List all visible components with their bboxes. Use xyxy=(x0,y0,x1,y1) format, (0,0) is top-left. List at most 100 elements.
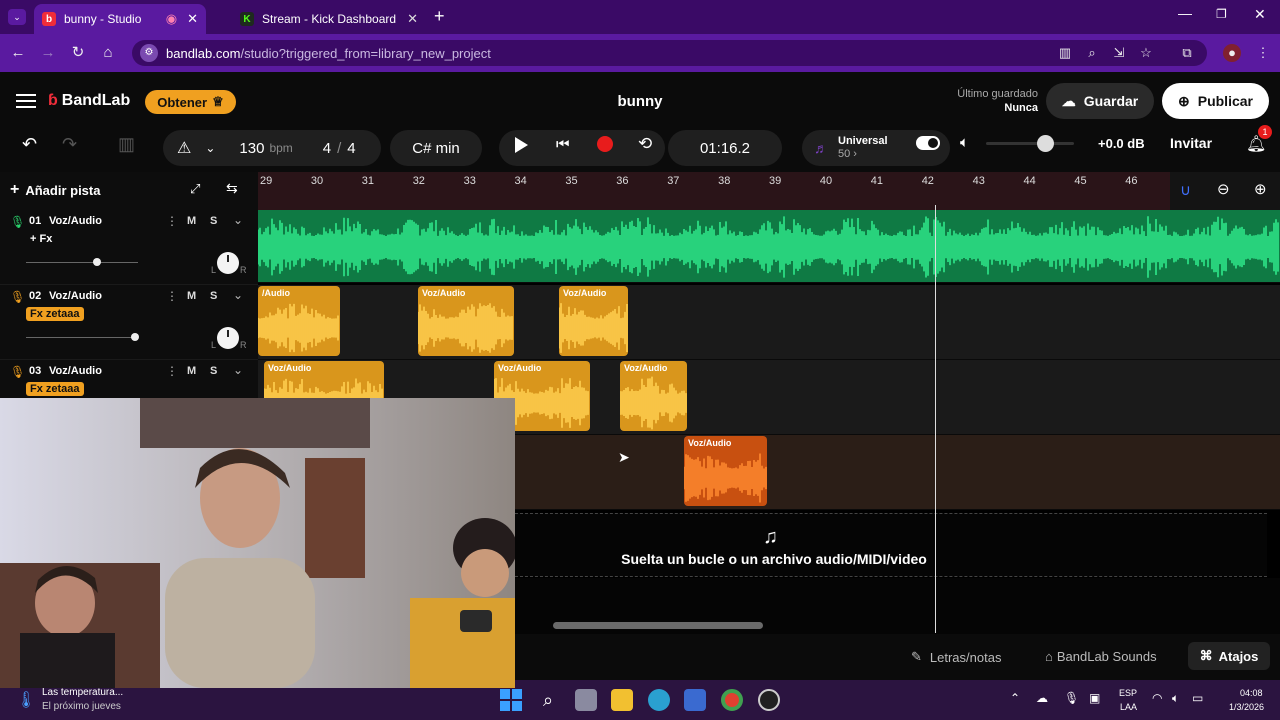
loop-icon[interactable]: ⟲ xyxy=(638,134,652,154)
metronome-chevron-icon[interactable]: ⌄ xyxy=(205,141,215,155)
obtener-button[interactable]: Obtener ♕ xyxy=(145,90,236,114)
track-menu-icon[interactable]: ⋮ xyxy=(166,364,178,378)
track-name[interactable]: Voz/Audio xyxy=(49,290,102,302)
task-view-icon[interactable] xyxy=(575,689,597,711)
mixer-icon[interactable]: ▥ xyxy=(118,134,135,155)
solo-button[interactable]: S xyxy=(210,215,217,227)
bookmark-star-icon[interactable]: ☆ xyxy=(1137,44,1155,62)
extensions-icon[interactable]: ⧉ xyxy=(1178,44,1196,62)
audio-clip[interactable]: Voz/Audio xyxy=(684,436,767,506)
skip-back-icon[interactable]: ⏮ xyxy=(556,136,570,153)
track-03[interactable]: 🎙︎ 03 Voz/Audio ⋮ M S ⌄ Fx zetaaa xyxy=(0,360,258,402)
reading-mode-icon[interactable]: ▥ xyxy=(1056,44,1074,62)
obs-icon[interactable] xyxy=(758,689,780,711)
home-icon[interactable]: ⌂ xyxy=(98,43,118,63)
store-icon[interactable] xyxy=(684,689,706,711)
pan-knob[interactable] xyxy=(217,327,239,349)
time-sig-num[interactable]: 4 xyxy=(323,140,331,157)
wifi-icon[interactable]: ◠ xyxy=(1152,691,1162,705)
redo-icon[interactable]: ↷ xyxy=(62,134,77,155)
speaker-tray-icon[interactable]: 🔈︎ xyxy=(1172,691,1179,706)
lane-02[interactable] xyxy=(258,285,1280,360)
zoom-in-icon[interactable]: ⊕ xyxy=(1254,180,1267,198)
tab-menu-icon[interactable]: ⌄ xyxy=(8,9,26,25)
battery-icon[interactable]: ▭ xyxy=(1192,691,1203,705)
fx-badge[interactable]: Fx zetaaa xyxy=(26,307,84,321)
chrome-icon[interactable] xyxy=(721,689,743,711)
track-expand-icon[interactable]: ⌄ xyxy=(233,288,243,302)
tab-close-icon[interactable]: ✕ xyxy=(407,11,418,27)
time-sig-den[interactable]: 4 xyxy=(347,140,355,157)
record-icon[interactable] xyxy=(597,136,613,152)
tab-studio[interactable]: b bunny - Studio ◉ ✕ xyxy=(34,4,206,34)
metronome-pill[interactable]: ⚠ ⌄ 130 bpm 4 / 4 xyxy=(163,130,381,166)
zoom-out-icon[interactable]: ⊖ xyxy=(1217,180,1230,198)
playhead[interactable] xyxy=(935,205,936,633)
mute-button[interactable]: M xyxy=(187,215,196,227)
track-volume-slider[interactable] xyxy=(26,258,138,266)
window-close-icon[interactable]: ✕ xyxy=(1254,6,1266,23)
windows-start-icon[interactable] xyxy=(500,689,522,711)
snap-magnet-icon[interactable]: ∪ xyxy=(1180,181,1191,199)
track-expand-icon[interactable]: ⌄ xyxy=(233,213,243,227)
track-volume-slider[interactable] xyxy=(26,333,139,341)
tab-kick[interactable]: K Stream - Kick Dashboard ✕ xyxy=(232,4,426,34)
clock-time[interactable]: 04:08 xyxy=(1240,688,1263,698)
play-icon[interactable] xyxy=(515,137,528,153)
tray-chevron-icon[interactable]: ⌃ xyxy=(1010,691,1020,705)
profile-avatar-icon[interactable]: ● xyxy=(1223,44,1241,62)
tab-close-icon[interactable]: ✕ xyxy=(187,11,198,27)
save-button[interactable]: ☁ Guardar xyxy=(1046,83,1154,119)
track-01[interactable]: 🎙︎ 01 Voz/Audio ⋮ M S ⌄ + Fx L R xyxy=(0,210,258,285)
search-icon[interactable]: ⌕ xyxy=(537,689,559,711)
lang-bottom[interactable]: LAA xyxy=(1120,702,1137,712)
mute-button[interactable]: M xyxy=(187,290,196,302)
new-tab-icon[interactable]: + xyxy=(434,6,445,27)
timeline-ruler[interactable]: 29 30 31 32 33 34 35 36 37 38 39 40 41 42 43 44 45 46 xyxy=(258,172,1170,210)
add-fx-button[interactable]: + Fx xyxy=(30,233,52,245)
audio-clip[interactable]: Voz/Audio xyxy=(418,286,514,356)
edge-icon[interactable] xyxy=(648,689,670,711)
drop-zone[interactable]: ♫ Suelta un bucle o un archivo audio/MID… xyxy=(515,513,1267,577)
invite-button[interactable]: Invitar xyxy=(1170,135,1212,151)
track-name[interactable]: Voz/Audio xyxy=(49,215,102,227)
back-icon[interactable]: ← xyxy=(8,43,28,63)
horizontal-scrollbar[interactable] xyxy=(553,622,763,629)
track-menu-icon[interactable]: ⋮ xyxy=(166,214,178,228)
master-volume-slider[interactable] xyxy=(986,135,1074,152)
add-track-button[interactable]: + Añadir pista xyxy=(10,178,100,202)
fx-badge[interactable]: Fx zetaaa xyxy=(26,382,84,396)
zoom-icon[interactable]: ⌕ xyxy=(1083,44,1101,62)
install-app-icon[interactable]: ⇲ xyxy=(1110,44,1128,62)
automation-icon[interactable]: ⤢ xyxy=(190,181,200,197)
solo-button[interactable]: S xyxy=(210,290,217,302)
weather-title[interactable]: Las temperatura... xyxy=(42,687,123,698)
restore-icon[interactable]: ❐ xyxy=(1216,7,1227,21)
track-02[interactable]: 🎙︎ 02 Voz/Audio ⋮ M S ⌄ Fx zetaaa L R xyxy=(0,285,258,360)
lyrics-button[interactable]: ✎ Letras/notas xyxy=(911,649,1001,665)
undo-icon[interactable]: ↶ xyxy=(22,134,37,155)
forward-icon[interactable]: → xyxy=(38,43,58,63)
pan-knob[interactable] xyxy=(217,252,239,274)
mute-button[interactable]: M xyxy=(187,365,196,377)
minimize-icon[interactable]: — xyxy=(1178,5,1192,21)
file-explorer-icon[interactable] xyxy=(611,689,633,711)
audio-clip[interactable]: /Audio xyxy=(258,286,340,356)
volume-icon[interactable]: 🔈︎ xyxy=(960,134,969,151)
instrument-toggle[interactable] xyxy=(916,136,940,150)
key-selector[interactable]: C# min xyxy=(390,130,482,166)
bandlab-logo[interactable]: ɓ BandLab xyxy=(48,92,130,110)
publish-button[interactable]: ⊕ Publicar xyxy=(1162,83,1269,119)
lang-top[interactable]: ESP xyxy=(1119,688,1137,698)
tempo-value[interactable]: 130 xyxy=(239,140,264,157)
mic-tray-icon[interactable]: 🎙︎ xyxy=(1064,691,1079,705)
metronome-icon[interactable]: ⚠ xyxy=(177,138,191,158)
track-name[interactable]: Voz/Audio xyxy=(49,365,102,377)
lane-01[interactable] xyxy=(258,210,1280,283)
audio-clip[interactable]: Voz/Audio xyxy=(559,286,628,356)
onedrive-icon[interactable]: ☁ xyxy=(1036,691,1048,705)
shortcuts-button[interactable]: ⌘ Atajos xyxy=(1188,642,1270,670)
clock-date[interactable]: 1/3/2026 xyxy=(1229,702,1264,712)
reload-icon[interactable]: ↻ xyxy=(68,43,88,63)
audio-clip[interactable]: Voz/Audio xyxy=(620,361,687,431)
